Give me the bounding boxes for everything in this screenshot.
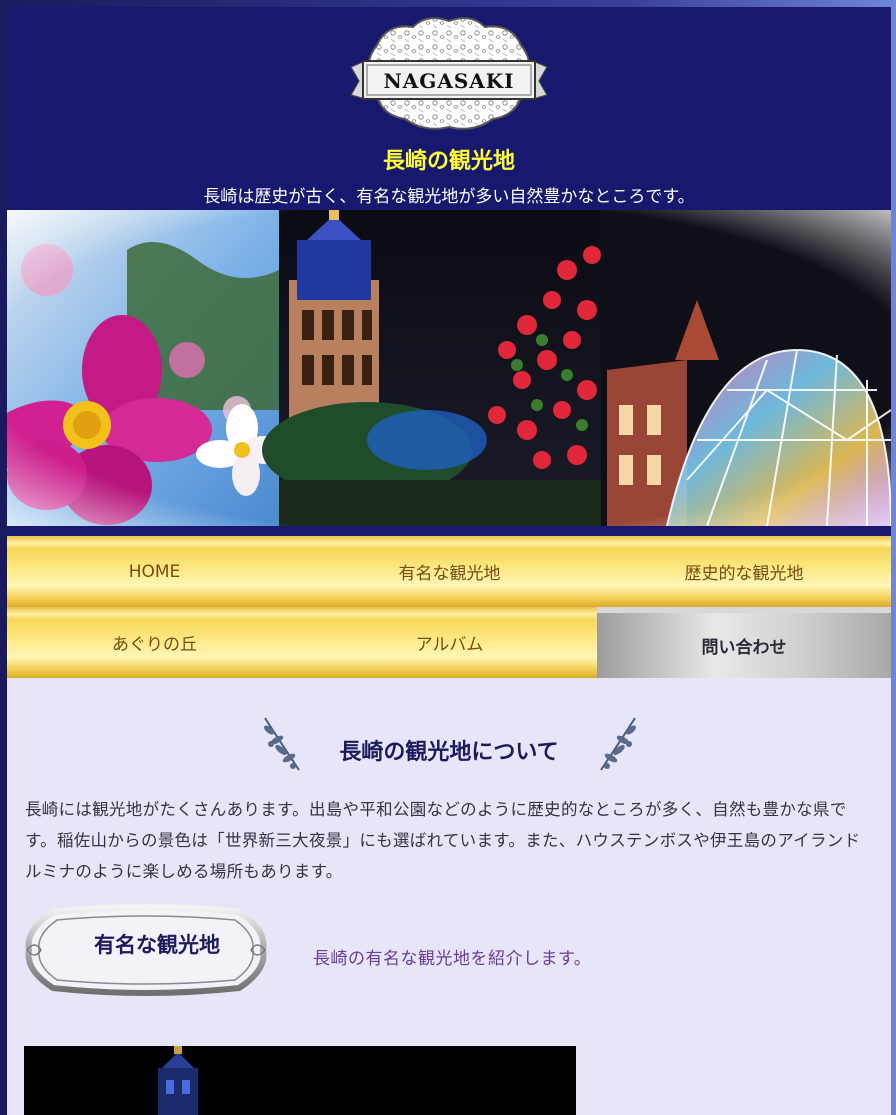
laurel-right-icon [600,717,636,771]
main-content: 長崎の観光地について 長崎には観光地がたくさんあります。出島や平和公園などのよう… [7,678,891,1115]
famous-spots-badge[interactable]: 有名な観光地 [23,929,291,959]
nav-item-home[interactable]: HOME [7,536,302,607]
site-title: 長崎の観光地 [382,149,515,174]
famous-spots-description: 長崎の有名な観光地を紹介します。 [313,949,592,969]
nav-item-aguri-hill[interactable]: あぐりの丘 [7,607,302,678]
hero-collage [7,210,891,526]
site-header: NAGASAKI 長崎の観光地 長崎は歴史が古く、有名な観光地が多い自然豊かなと… [7,7,891,210]
hero-divider [7,526,891,536]
main-nav: HOME 有名な観光地 歴史的な観光地 あぐりの丘 アルバム 問い合わせ [7,536,891,678]
nagasaki-logo[interactable]: NAGASAKI [347,15,551,133]
nav-item-famous-spots[interactable]: 有名な観光地 [302,536,597,607]
site-subtitle: 長崎は歴史が古く、有名な観光地が多い自然豊かなところです。 [203,187,695,207]
page-frame: NAGASAKI 長崎の観光地 長崎は歴史が古く、有名な観光地が多い自然豊かなと… [7,7,891,1115]
tower-photo [24,1046,576,1115]
intro-paragraph: 長崎には観光地がたくさんあります。出島や平和公園などのように歴史的なところが多く… [25,800,861,881]
logo-text: NAGASAKI [383,69,514,93]
hero-image [7,210,891,526]
nav-item-historic-spots[interactable]: 歴史的な観光地 [597,536,891,607]
nav-item-contact[interactable]: 問い合わせ [597,607,891,678]
section-title: 長崎の観光地について [339,740,559,765]
nav-item-album[interactable]: アルバム [302,607,597,678]
